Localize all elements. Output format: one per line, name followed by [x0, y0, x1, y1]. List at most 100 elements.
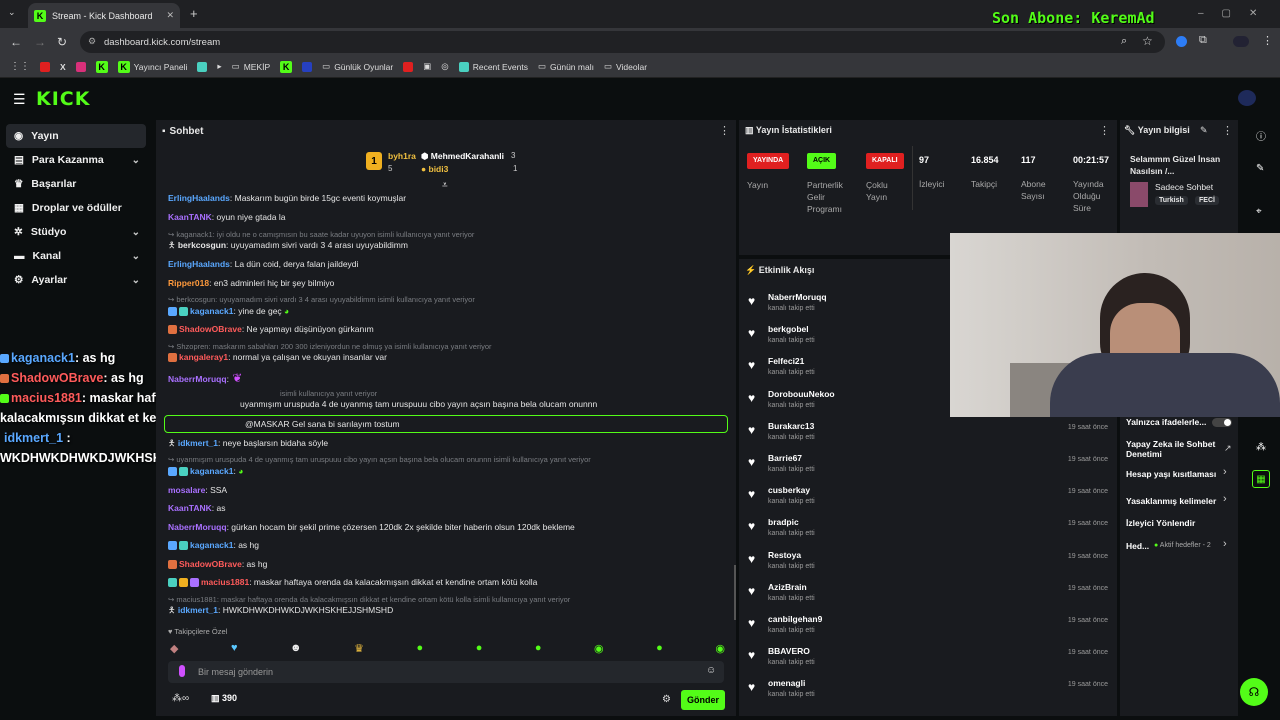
event-username[interactable]: berkgobel [768, 324, 809, 334]
support-chat-icon[interactable]: ☊ [1240, 678, 1268, 706]
info-icon[interactable]: ⓘ [1256, 128, 1266, 143]
send-button[interactable]: Gönder [681, 690, 725, 710]
chat-username[interactable]: kaganack1 [190, 306, 233, 316]
emote-icon[interactable]: ◉ [594, 642, 604, 655]
chat-username[interactable]: idkmert_1 [178, 438, 218, 448]
sidebar-item-yayin[interactable]: ◉ Yayın [6, 124, 146, 148]
edit-icon[interactable]: ✎ [1200, 125, 1208, 136]
tab-list-icon[interactable]: ⌄ [8, 7, 16, 18]
extensions-puzzle-icon[interactable]: ⧉ [1199, 34, 1207, 47]
x-bookmark-icon[interactable]: X [60, 62, 66, 72]
event-username[interactable]: cusberkay [768, 485, 810, 495]
event-username[interactable]: Restoya [768, 550, 801, 560]
event-username[interactable]: omenagli [768, 678, 805, 688]
sidebar-item-ayarlar[interactable]: ⚙ Ayarlar ⌄ [0, 268, 152, 292]
chat-username[interactable]: NaberrMoruqq [168, 374, 227, 384]
emote-icon[interactable]: ◉ [715, 642, 725, 655]
close-tab-icon[interactable]: ✕ [166, 10, 174, 21]
mic-icon[interactable] [179, 665, 185, 677]
goals-link[interactable]: Hed... [1126, 541, 1149, 551]
kick-emote-icon[interactable]: ● [476, 642, 483, 655]
emote-icon[interactable]: ☻ [290, 642, 302, 655]
event-username[interactable]: BBAVERO [768, 646, 810, 656]
youtube-bookmark-icon[interactable] [403, 61, 414, 72]
bookmark-mekip[interactable]: ▭ MEKİP [232, 61, 270, 72]
bookmark-icon[interactable] [302, 61, 313, 72]
kick-logo[interactable]: KICK [36, 88, 90, 110]
bookmark-yayinci-paneli[interactable]: K Yayıncı Paneli [117, 60, 187, 73]
chat-username[interactable]: kangaleray1 [179, 352, 228, 362]
sidebar-item-kanal[interactable]: ▬ Kanal ⌄ [0, 244, 152, 268]
chat-username[interactable]: kaganack1 [190, 466, 233, 476]
chat-username[interactable]: ShadowOBrave [179, 324, 242, 334]
sidebar-item-droplar[interactable]: ▦ Droplar ve ödüller [0, 196, 152, 220]
community-icon[interactable]: ⁂∞ [172, 693, 189, 704]
chat-menu-icon[interactable]: ⋮ [719, 124, 730, 137]
forward-icon[interactable]: → [34, 35, 46, 49]
gifter-name[interactable]: ● bidi3 [421, 164, 448, 174]
emote-only-setting[interactable]: Yalnızca ifadelerle... [1126, 417, 1206, 427]
event-username[interactable]: Barrie67 [768, 453, 802, 463]
chat-message-input[interactable]: Bir mesaj gönderin [168, 661, 724, 683]
chat-username[interactable]: kaganack1 [190, 540, 233, 550]
kick-emote-icon[interactable]: ● [417, 642, 424, 655]
chat-username[interactable]: macius1881 [201, 577, 249, 587]
chat-username[interactable]: NaberrMoruqq [168, 522, 227, 532]
event-username[interactable]: Burakarc13 [768, 421, 814, 431]
gifter-name[interactable]: byh1ra [388, 151, 416, 161]
event-username[interactable]: NaberrMoruqq [768, 292, 827, 302]
play-bookmark-icon[interactable]: ▸ [217, 61, 221, 72]
zoom-icon[interactable]: ⌕ [1121, 35, 1127, 48]
instagram-bookmark-icon[interactable] [75, 61, 86, 72]
channel-points[interactable]: ▥ 390 [211, 693, 237, 704]
pencil-icon[interactable]: ✎ [1256, 163, 1264, 174]
kick-bookmark-icon[interactable]: K [280, 60, 293, 73]
event-username[interactable]: Felfeci21 [768, 356, 804, 366]
info-menu-icon[interactable]: ⋮ [1222, 124, 1233, 137]
chat-username[interactable]: ShadowOBrave [179, 559, 242, 569]
event-username[interactable]: bradpic [768, 517, 799, 527]
chat-username[interactable]: idkmert_1 [178, 605, 218, 615]
hamburger-menu-icon[interactable]: ☰ [13, 91, 26, 108]
chat-scrollbar[interactable] [734, 565, 736, 620]
browser-menu-icon[interactable]: ⋮ [1262, 34, 1273, 47]
chat-username[interactable]: ErlingHaalands [168, 193, 230, 203]
apps-grid-icon[interactable]: ⋮⋮ [10, 61, 30, 72]
share-icon[interactable]: ⁂ [1256, 442, 1266, 453]
ai-moderation-link[interactable]: Yapay Zeka ile Sohbet Denetimi [1126, 439, 1221, 459]
chat-username[interactable]: ErlingHaalands [168, 259, 230, 269]
heart-emote-icon[interactable]: ♥ [231, 642, 238, 655]
profile-avatar[interactable] [1233, 36, 1249, 47]
event-username[interactable]: AzizBrain [768, 582, 807, 592]
tag-turkish[interactable]: Turkish [1155, 196, 1188, 205]
bookmark-videolar[interactable]: ▭ Videolar [604, 61, 647, 72]
address-bar[interactable]: dashboard.kick.com/stream [80, 31, 1165, 53]
event-username[interactable]: canbilgehan9 [768, 614, 822, 624]
gifter-name[interactable]: ⬢ MehmedKarahanli [421, 151, 504, 162]
bookmark-recent-events[interactable]: Recent Events [458, 61, 528, 72]
bookmark-icon[interactable] [197, 61, 208, 72]
kick-emote-icon[interactable]: ● [535, 642, 542, 655]
bookmark-gunun-mali[interactable]: ▭ Günün malı [538, 61, 594, 72]
stats-menu-icon[interactable]: ⋮ [1099, 124, 1110, 137]
emote-icon[interactable]: ◆ [170, 642, 178, 655]
focus-icon[interactable]: ⌖ [1256, 206, 1262, 217]
chat-settings-icon[interactable]: ⚙ [662, 694, 671, 705]
category-name[interactable]: Sadece Sohbet [1155, 182, 1213, 192]
sidebar-item-studyo[interactable]: ✲ Stüdyo ⌄ [0, 220, 152, 244]
bookmark-star-icon[interactable]: ☆ [1142, 34, 1153, 48]
emoji-picker-icon[interactable]: ☺ [706, 665, 716, 676]
sidebar-item-para-kazanma[interactable]: ▤ Para Kazanma ⌄ [0, 148, 152, 172]
sidebar-item-basarilar[interactable]: ♛ Başarılar [0, 172, 152, 196]
chat-username[interactable]: berkcosgun [178, 240, 226, 250]
event-username[interactable]: DorobouuNekoo [768, 389, 835, 399]
chat-username[interactable]: KaanTANK [168, 503, 212, 513]
bookmark-gunluk-oyunlar[interactable]: ▭ Günlük Oyunlar [322, 61, 393, 72]
new-tab-icon[interactable]: + [190, 6, 198, 21]
chat-username[interactable]: KaanTANK [168, 212, 212, 222]
extension-icon[interactable] [1176, 36, 1187, 47]
account-age-link[interactable]: Hesap yaşı kısıtlaması [1126, 469, 1216, 479]
bookmark-icon[interactable]: ◎ [441, 61, 448, 72]
site-info-icon[interactable]: ⚙ [88, 36, 96, 47]
youtube-bookmark-icon[interactable] [40, 61, 50, 72]
